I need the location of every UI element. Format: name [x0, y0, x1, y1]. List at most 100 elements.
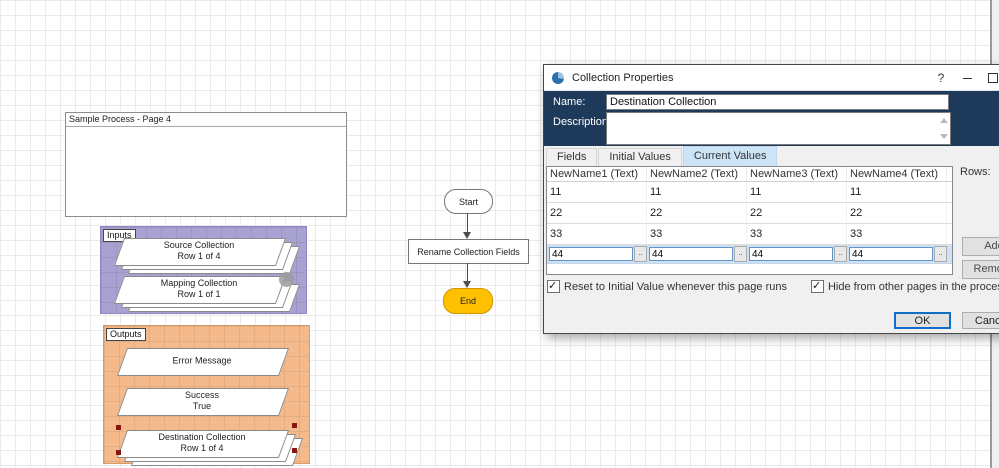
cell[interactable]: 11	[747, 182, 847, 202]
end-node-label: End	[460, 296, 476, 306]
dialog-titlebar[interactable]: Collection Properties ?	[544, 65, 999, 91]
outputs-region[interactable]: Outputs Error Message Success True Desti…	[103, 325, 310, 464]
drag-dot[interactable]	[279, 272, 294, 287]
collection-title: Mapping Collection	[119, 278, 279, 289]
cell[interactable]: 11	[847, 182, 947, 202]
error-message-stage[interactable]: Error Message	[122, 348, 282, 374]
name-label: Name:	[553, 96, 585, 108]
dialog-header-panel: Name: Description:	[544, 91, 999, 146]
ok-button[interactable]: OK	[894, 312, 951, 329]
checkbox-checked-icon	[811, 280, 824, 293]
rows-label: Rows:	[960, 166, 991, 178]
cell-value-input[interactable]	[849, 247, 933, 261]
table-edit-row: .. .. .. ..	[547, 245, 952, 264]
action-node[interactable]: Rename Collection Fields	[408, 239, 529, 264]
description-label: Description:	[553, 116, 611, 128]
cell[interactable]: 33	[547, 224, 647, 244]
collection-properties-dialog: Collection Properties ? Name: Descriptio…	[543, 64, 999, 334]
success-stage[interactable]: Success True	[122, 388, 282, 414]
add-row-button[interactable]: Add	[962, 237, 999, 256]
minimize-button[interactable]	[954, 71, 980, 85]
hide-pages-checkbox[interactable]: Hide from other pages in the process	[811, 280, 999, 293]
inputs-region[interactable]: Inputs Source Collection Row 1 of 4 Mapp…	[100, 226, 307, 314]
grid-header-row: NewName1 (Text) NewName2 (Text) NewName3…	[547, 167, 952, 182]
edit-cell: ..	[847, 246, 947, 262]
process-page-box[interactable]: Sample Process - Page 4	[65, 112, 347, 217]
ellipsis-button[interactable]: ..	[934, 246, 947, 262]
cell-value-input[interactable]	[749, 247, 833, 261]
column-header[interactable]: NewName3 (Text)	[747, 167, 847, 181]
cell[interactable]: 33	[847, 224, 947, 244]
minimize-icon	[963, 78, 972, 79]
start-node[interactable]: Start	[444, 189, 493, 214]
properties-tabs: Fields Initial Values Current Values	[546, 149, 778, 166]
cell-value-input[interactable]	[549, 247, 633, 261]
process-page-title: Sample Process - Page 4	[66, 113, 346, 127]
tab-current-values[interactable]: Current Values	[683, 146, 778, 166]
edit-cell: ..	[747, 246, 847, 262]
ellipsis-button[interactable]: ..	[734, 246, 747, 262]
dialog-title: Collection Properties	[572, 72, 928, 84]
column-header[interactable]: NewName2 (Text)	[647, 167, 747, 181]
maximize-button[interactable]	[980, 71, 999, 85]
arrow-down-icon	[463, 232, 471, 239]
cell[interactable]: 11	[647, 182, 747, 202]
collection-title: Destination Collection	[122, 432, 282, 443]
selection-handle[interactable]	[292, 448, 297, 453]
mapping-collection-stage[interactable]: Mapping Collection Row 1 of 1	[119, 276, 279, 302]
maximize-icon	[988, 73, 998, 83]
collection-icon	[552, 72, 564, 84]
action-node-label: Rename Collection Fields	[417, 247, 520, 257]
table-row[interactable]: 11 11 11 11	[547, 182, 952, 203]
description-input[interactable]	[606, 112, 951, 145]
cell[interactable]: 22	[547, 203, 647, 223]
cell-value-input[interactable]	[649, 247, 733, 261]
column-header[interactable]: NewName1 (Text)	[547, 167, 647, 181]
collection-row-indicator: Row 1 of 1	[119, 289, 279, 300]
ellipsis-button[interactable]: ..	[634, 246, 647, 262]
tab-fields[interactable]: Fields	[546, 148, 597, 166]
checkbox-checked-icon	[547, 280, 560, 293]
outputs-region-label: Outputs	[106, 328, 146, 341]
process-canvas: Sample Process - Page 4 Inputs Source Co…	[0, 0, 999, 468]
cell[interactable]: 22	[747, 203, 847, 223]
help-button[interactable]: ?	[928, 71, 954, 85]
cell[interactable]: 22	[647, 203, 747, 223]
selection-handle[interactable]	[292, 423, 297, 428]
flow-connector	[467, 263, 468, 282]
end-node[interactable]: End	[443, 288, 493, 314]
data-item-title: Error Message	[122, 356, 282, 367]
ellipsis-button[interactable]: ..	[834, 246, 847, 262]
collection-title: Source Collection	[119, 240, 279, 251]
selection-handle[interactable]	[116, 450, 121, 455]
cell[interactable]: 33	[747, 224, 847, 244]
checkbox-label: Hide from other pages in the process	[828, 281, 999, 293]
start-node-label: Start	[459, 197, 478, 207]
table-row[interactable]: 33 33 33 33	[547, 224, 952, 245]
data-item-title: Success	[122, 390, 282, 401]
cell[interactable]: 11	[547, 182, 647, 202]
scroll-up-icon[interactable]	[940, 118, 948, 123]
cancel-button[interactable]: Cancel	[962, 312, 999, 329]
flow-connector	[467, 213, 468, 233]
table-row[interactable]: 22 22 22 22	[547, 203, 952, 224]
cell[interactable]: 22	[847, 203, 947, 223]
values-grid: NewName1 (Text) NewName2 (Text) NewName3…	[546, 166, 953, 275]
reset-initial-checkbox[interactable]: Reset to Initial Value whenever this pag…	[547, 280, 787, 293]
source-collection-stage[interactable]: Source Collection Row 1 of 4	[119, 238, 279, 264]
tab-initial-values[interactable]: Initial Values	[598, 148, 682, 166]
collection-row-indicator: Row 1 of 4	[122, 443, 282, 454]
destination-collection-stage[interactable]: Destination Collection Row 1 of 4	[122, 430, 282, 456]
name-input[interactable]	[606, 94, 949, 110]
edit-cell: ..	[647, 246, 747, 262]
remove-row-button[interactable]: Remove	[962, 260, 999, 279]
options-row: Reset to Initial Value whenever this pag…	[547, 280, 999, 293]
scroll-down-icon[interactable]	[940, 134, 948, 139]
data-item-value: True	[122, 401, 282, 412]
collection-row-indicator: Row 1 of 4	[119, 251, 279, 262]
column-header[interactable]: NewName4 (Text)	[847, 167, 947, 181]
edit-cell: ..	[547, 246, 647, 262]
checkbox-label: Reset to Initial Value whenever this pag…	[564, 281, 787, 293]
selection-handle[interactable]	[116, 425, 121, 430]
cell[interactable]: 33	[647, 224, 747, 244]
